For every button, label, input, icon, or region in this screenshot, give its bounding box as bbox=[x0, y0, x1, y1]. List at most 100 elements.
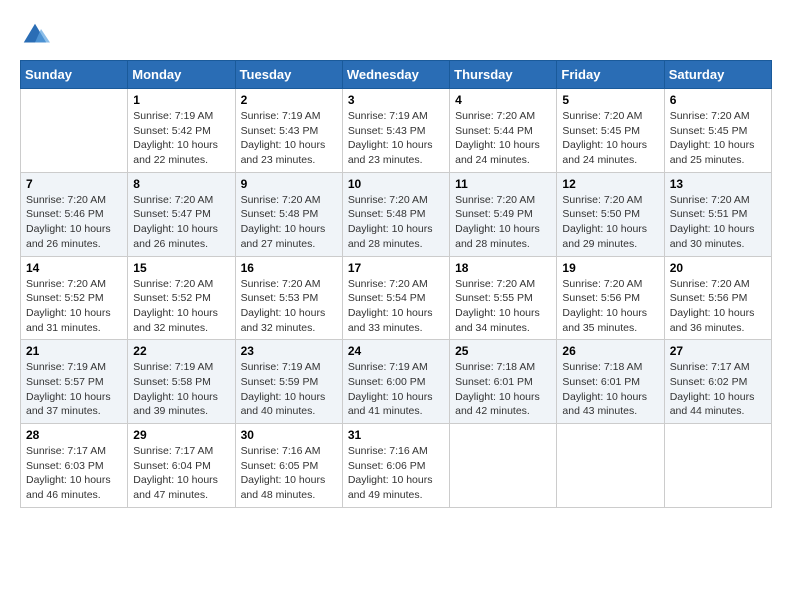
day-number: 15 bbox=[133, 261, 229, 275]
calendar-cell: 18 Sunrise: 7:20 AMSunset: 5:55 PMDaylig… bbox=[450, 256, 557, 340]
day-number: 26 bbox=[562, 344, 658, 358]
day-number: 22 bbox=[133, 344, 229, 358]
page-header bbox=[20, 20, 772, 50]
day-detail: Sunrise: 7:20 AMSunset: 5:55 PMDaylight:… bbox=[455, 277, 551, 336]
day-detail: Sunrise: 7:18 AMSunset: 6:01 PMDaylight:… bbox=[455, 360, 551, 419]
calendar-week-2: 7 Sunrise: 7:20 AMSunset: 5:46 PMDayligh… bbox=[21, 172, 772, 256]
day-detail: Sunrise: 7:20 AMSunset: 5:46 PMDaylight:… bbox=[26, 193, 122, 252]
calendar-cell: 16 Sunrise: 7:20 AMSunset: 5:53 PMDaylig… bbox=[235, 256, 342, 340]
day-number: 7 bbox=[26, 177, 122, 191]
calendar-cell: 4 Sunrise: 7:20 AMSunset: 5:44 PMDayligh… bbox=[450, 89, 557, 173]
calendar-cell: 31 Sunrise: 7:16 AMSunset: 6:06 PMDaylig… bbox=[342, 424, 449, 508]
day-number: 1 bbox=[133, 93, 229, 107]
calendar-cell: 21 Sunrise: 7:19 AMSunset: 5:57 PMDaylig… bbox=[21, 340, 128, 424]
day-detail: Sunrise: 7:18 AMSunset: 6:01 PMDaylight:… bbox=[562, 360, 658, 419]
day-number: 27 bbox=[670, 344, 766, 358]
day-detail: Sunrise: 7:20 AMSunset: 5:54 PMDaylight:… bbox=[348, 277, 444, 336]
day-detail: Sunrise: 7:20 AMSunset: 5:52 PMDaylight:… bbox=[26, 277, 122, 336]
calendar-cell: 28 Sunrise: 7:17 AMSunset: 6:03 PMDaylig… bbox=[21, 424, 128, 508]
calendar-table: SundayMondayTuesdayWednesdayThursdayFrid… bbox=[20, 60, 772, 508]
day-detail: Sunrise: 7:20 AMSunset: 5:48 PMDaylight:… bbox=[348, 193, 444, 252]
calendar-cell: 10 Sunrise: 7:20 AMSunset: 5:48 PMDaylig… bbox=[342, 172, 449, 256]
day-number: 16 bbox=[241, 261, 337, 275]
column-header-sunday: Sunday bbox=[21, 61, 128, 89]
day-number: 30 bbox=[241, 428, 337, 442]
day-number: 28 bbox=[26, 428, 122, 442]
column-header-friday: Friday bbox=[557, 61, 664, 89]
calendar-cell: 8 Sunrise: 7:20 AMSunset: 5:47 PMDayligh… bbox=[128, 172, 235, 256]
day-detail: Sunrise: 7:20 AMSunset: 5:56 PMDaylight:… bbox=[562, 277, 658, 336]
calendar-cell bbox=[450, 424, 557, 508]
column-header-wednesday: Wednesday bbox=[342, 61, 449, 89]
day-detail: Sunrise: 7:19 AMSunset: 5:42 PMDaylight:… bbox=[133, 109, 229, 168]
day-number: 31 bbox=[348, 428, 444, 442]
day-detail: Sunrise: 7:20 AMSunset: 5:56 PMDaylight:… bbox=[670, 277, 766, 336]
day-number: 8 bbox=[133, 177, 229, 191]
day-number: 12 bbox=[562, 177, 658, 191]
day-detail: Sunrise: 7:20 AMSunset: 5:45 PMDaylight:… bbox=[562, 109, 658, 168]
day-number: 9 bbox=[241, 177, 337, 191]
calendar-cell: 11 Sunrise: 7:20 AMSunset: 5:49 PMDaylig… bbox=[450, 172, 557, 256]
day-detail: Sunrise: 7:20 AMSunset: 5:50 PMDaylight:… bbox=[562, 193, 658, 252]
calendar-cell: 2 Sunrise: 7:19 AMSunset: 5:43 PMDayligh… bbox=[235, 89, 342, 173]
day-number: 13 bbox=[670, 177, 766, 191]
calendar-cell: 14 Sunrise: 7:20 AMSunset: 5:52 PMDaylig… bbox=[21, 256, 128, 340]
calendar-cell: 7 Sunrise: 7:20 AMSunset: 5:46 PMDayligh… bbox=[21, 172, 128, 256]
calendar-cell: 22 Sunrise: 7:19 AMSunset: 5:58 PMDaylig… bbox=[128, 340, 235, 424]
calendar-cell: 23 Sunrise: 7:19 AMSunset: 5:59 PMDaylig… bbox=[235, 340, 342, 424]
day-number: 6 bbox=[670, 93, 766, 107]
calendar-week-5: 28 Sunrise: 7:17 AMSunset: 6:03 PMDaylig… bbox=[21, 424, 772, 508]
logo bbox=[20, 20, 54, 50]
day-number: 29 bbox=[133, 428, 229, 442]
calendar-cell: 17 Sunrise: 7:20 AMSunset: 5:54 PMDaylig… bbox=[342, 256, 449, 340]
day-detail: Sunrise: 7:19 AMSunset: 5:57 PMDaylight:… bbox=[26, 360, 122, 419]
day-detail: Sunrise: 7:16 AMSunset: 6:06 PMDaylight:… bbox=[348, 444, 444, 503]
day-number: 20 bbox=[670, 261, 766, 275]
calendar-cell: 6 Sunrise: 7:20 AMSunset: 5:45 PMDayligh… bbox=[664, 89, 771, 173]
day-number: 18 bbox=[455, 261, 551, 275]
day-detail: Sunrise: 7:20 AMSunset: 5:45 PMDaylight:… bbox=[670, 109, 766, 168]
day-number: 24 bbox=[348, 344, 444, 358]
calendar-cell: 19 Sunrise: 7:20 AMSunset: 5:56 PMDaylig… bbox=[557, 256, 664, 340]
day-number: 5 bbox=[562, 93, 658, 107]
calendar-cell: 30 Sunrise: 7:16 AMSunset: 6:05 PMDaylig… bbox=[235, 424, 342, 508]
calendar-cell: 13 Sunrise: 7:20 AMSunset: 5:51 PMDaylig… bbox=[664, 172, 771, 256]
day-number: 19 bbox=[562, 261, 658, 275]
calendar-cell: 12 Sunrise: 7:20 AMSunset: 5:50 PMDaylig… bbox=[557, 172, 664, 256]
day-detail: Sunrise: 7:20 AMSunset: 5:44 PMDaylight:… bbox=[455, 109, 551, 168]
calendar-cell bbox=[21, 89, 128, 173]
calendar-cell: 29 Sunrise: 7:17 AMSunset: 6:04 PMDaylig… bbox=[128, 424, 235, 508]
calendar-cell: 1 Sunrise: 7:19 AMSunset: 5:42 PMDayligh… bbox=[128, 89, 235, 173]
day-number: 14 bbox=[26, 261, 122, 275]
day-number: 25 bbox=[455, 344, 551, 358]
calendar-cell: 3 Sunrise: 7:19 AMSunset: 5:43 PMDayligh… bbox=[342, 89, 449, 173]
day-detail: Sunrise: 7:19 AMSunset: 5:59 PMDaylight:… bbox=[241, 360, 337, 419]
day-detail: Sunrise: 7:19 AMSunset: 5:43 PMDaylight:… bbox=[241, 109, 337, 168]
day-detail: Sunrise: 7:19 AMSunset: 6:00 PMDaylight:… bbox=[348, 360, 444, 419]
calendar-cell: 5 Sunrise: 7:20 AMSunset: 5:45 PMDayligh… bbox=[557, 89, 664, 173]
day-detail: Sunrise: 7:17 AMSunset: 6:04 PMDaylight:… bbox=[133, 444, 229, 503]
calendar-cell: 15 Sunrise: 7:20 AMSunset: 5:52 PMDaylig… bbox=[128, 256, 235, 340]
day-number: 23 bbox=[241, 344, 337, 358]
column-header-monday: Monday bbox=[128, 61, 235, 89]
column-header-saturday: Saturday bbox=[664, 61, 771, 89]
calendar-cell: 9 Sunrise: 7:20 AMSunset: 5:48 PMDayligh… bbox=[235, 172, 342, 256]
day-detail: Sunrise: 7:20 AMSunset: 5:47 PMDaylight:… bbox=[133, 193, 229, 252]
day-number: 17 bbox=[348, 261, 444, 275]
column-header-tuesday: Tuesday bbox=[235, 61, 342, 89]
calendar-cell bbox=[664, 424, 771, 508]
day-number: 3 bbox=[348, 93, 444, 107]
calendar-week-3: 14 Sunrise: 7:20 AMSunset: 5:52 PMDaylig… bbox=[21, 256, 772, 340]
day-detail: Sunrise: 7:17 AMSunset: 6:03 PMDaylight:… bbox=[26, 444, 122, 503]
day-number: 10 bbox=[348, 177, 444, 191]
calendar-week-1: 1 Sunrise: 7:19 AMSunset: 5:42 PMDayligh… bbox=[21, 89, 772, 173]
day-detail: Sunrise: 7:20 AMSunset: 5:48 PMDaylight:… bbox=[241, 193, 337, 252]
day-detail: Sunrise: 7:20 AMSunset: 5:52 PMDaylight:… bbox=[133, 277, 229, 336]
day-detail: Sunrise: 7:19 AMSunset: 5:43 PMDaylight:… bbox=[348, 109, 444, 168]
day-detail: Sunrise: 7:20 AMSunset: 5:51 PMDaylight:… bbox=[670, 193, 766, 252]
calendar-cell: 26 Sunrise: 7:18 AMSunset: 6:01 PMDaylig… bbox=[557, 340, 664, 424]
day-number: 11 bbox=[455, 177, 551, 191]
day-detail: Sunrise: 7:19 AMSunset: 5:58 PMDaylight:… bbox=[133, 360, 229, 419]
calendar-cell bbox=[557, 424, 664, 508]
calendar-cell: 20 Sunrise: 7:20 AMSunset: 5:56 PMDaylig… bbox=[664, 256, 771, 340]
